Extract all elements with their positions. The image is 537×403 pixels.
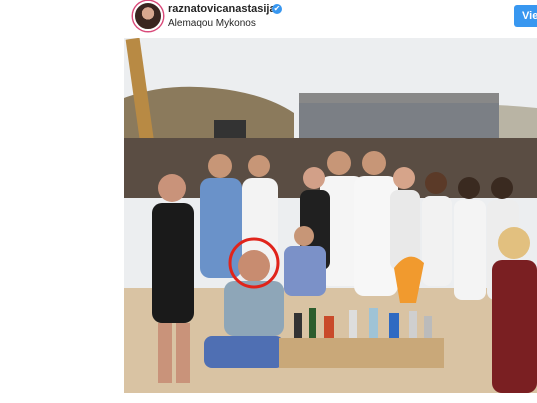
- post-photo[interactable]: [124, 38, 537, 393]
- view-profile-button[interactable]: Vie: [514, 5, 537, 27]
- location-link[interactable]: Alemaqou Mykonos: [168, 18, 256, 29]
- verified-badge-icon: ✔: [272, 4, 282, 14]
- profile-avatar[interactable]: [133, 1, 163, 31]
- post-header: raznatovicanastasija ✔ Alemaqou Mykonos …: [0, 0, 537, 36]
- username-link[interactable]: raznatovicanastasija: [168, 3, 276, 15]
- group-photo-illustration: [124, 38, 537, 393]
